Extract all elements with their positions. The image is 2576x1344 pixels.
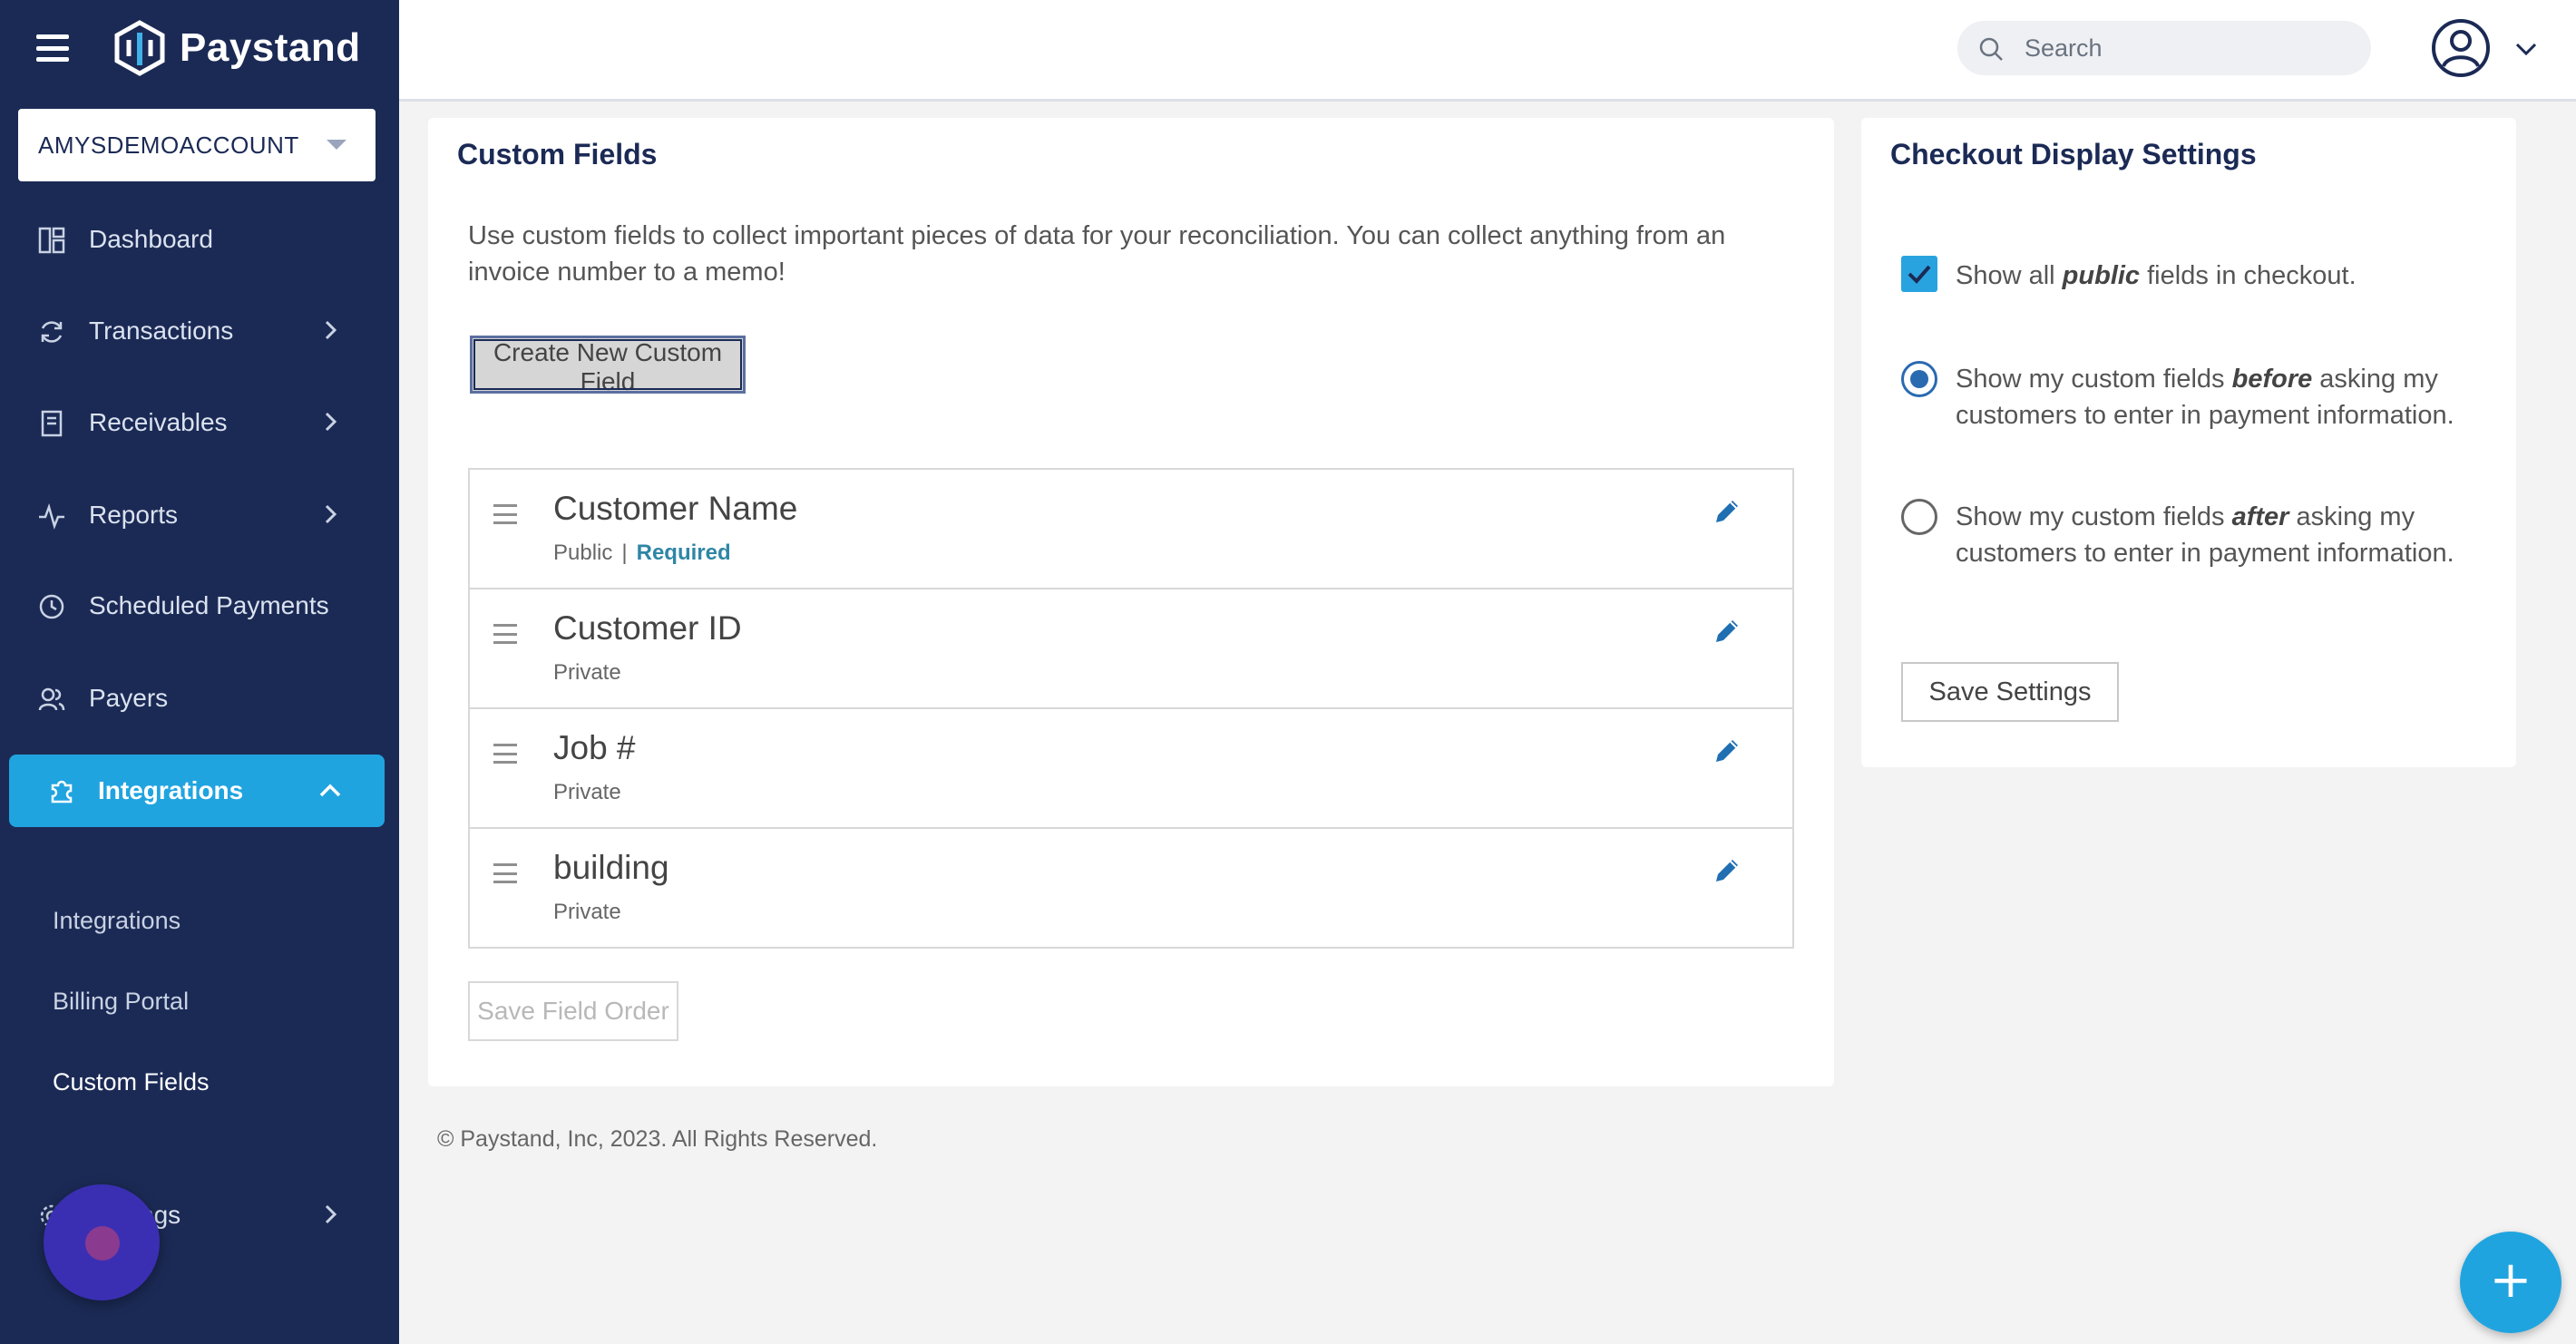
sidebar-item-receivables[interactable]: Receivables	[0, 386, 399, 459]
field-visibility: Private	[553, 660, 621, 685]
brand-name: Paystand	[180, 25, 361, 70]
save-settings-button[interactable]: Save Settings	[1901, 662, 2119, 722]
pulse-icon	[39, 502, 64, 530]
drag-handle-icon[interactable]	[493, 863, 517, 883]
required-badge: Required	[636, 541, 731, 565]
field-meta: Public | Required	[553, 541, 731, 566]
field-row[interactable]: Customer Name Public | Required	[468, 468, 1794, 589]
chevron-right-icon	[325, 504, 337, 524]
create-custom-field-button[interactable]: Create New Custom Field	[470, 336, 746, 395]
clock-icon	[39, 594, 64, 619]
search-input[interactable]	[2025, 30, 2351, 66]
edit-pencil-icon[interactable]	[1711, 615, 1743, 648]
drag-handle-icon[interactable]	[493, 504, 517, 524]
radio-selected[interactable]	[1901, 361, 1937, 397]
dashboard-icon	[38, 227, 65, 254]
sidebar-item-reports[interactable]: Reports	[0, 479, 399, 551]
show-public-label: Show all public fields in checkout.	[1956, 261, 2356, 290]
field-visibility: Private	[553, 900, 621, 924]
before-payment-label: Show my custom fields before asking my c…	[1956, 365, 2454, 430]
sidebar-item-dashboard[interactable]: Dashboard	[0, 203, 399, 276]
sidebar: Paystand AMYSDEMOACCOUNT Dashboard Trans…	[0, 0, 399, 1344]
field-row[interactable]: Customer ID Private	[468, 588, 1794, 709]
edit-pencil-icon[interactable]	[1711, 854, 1743, 887]
sidebar-item-integrations[interactable]: Integrations	[9, 755, 385, 827]
sidebar-item-label: Reports	[89, 501, 179, 529]
edit-pencil-icon[interactable]	[1711, 735, 1743, 767]
sidebar-item-label: Integrations	[98, 776, 244, 804]
edit-pencil-icon[interactable]	[1711, 495, 1743, 528]
sidebar-item-label: Scheduled Payments	[89, 591, 329, 619]
chevron-up-icon	[319, 784, 341, 797]
custom-field-list: Customer Name Public | Required Customer I…	[468, 468, 1794, 949]
field-name: Customer ID	[553, 609, 742, 647]
search-icon	[1979, 37, 2003, 61]
subnav-custom-fields[interactable]: Custom Fields	[53, 1068, 210, 1096]
hamburger-menu-icon[interactable]	[36, 34, 69, 62]
users-icon	[38, 687, 65, 711]
chevron-right-icon	[325, 320, 337, 340]
drag-handle-icon[interactable]	[493, 744, 517, 764]
field-name: building	[553, 849, 669, 886]
puzzle-icon	[51, 780, 73, 803]
after-payment-label: Show my custom fields after asking my cu…	[1956, 502, 2454, 568]
field-name: Job #	[553, 729, 636, 766]
receipt-icon	[41, 410, 63, 437]
chat-widget-icon	[85, 1226, 120, 1261]
paystand-logo-icon	[114, 20, 165, 76]
user-avatar-icon[interactable]	[2431, 18, 2491, 78]
account-name: AMYSDEMOACCOUNT	[38, 131, 299, 159]
checkbox-checked-icon[interactable]	[1901, 256, 1937, 292]
chevron-right-icon	[325, 412, 337, 432]
sidebar-item-label: Dashboard	[89, 225, 213, 253]
drag-handle-icon[interactable]	[493, 624, 517, 644]
chevron-right-icon	[325, 1204, 337, 1224]
field-row[interactable]: building Private	[468, 827, 1794, 949]
brand: Paystand	[36, 18, 361, 78]
radio-unselected[interactable]	[1901, 499, 1937, 535]
plus-icon: +	[2489, 1251, 2532, 1310]
checkout-settings-title: Checkout Display Settings	[1890, 138, 2257, 170]
field-visibility: Public	[553, 541, 613, 565]
custom-fields-title: Custom Fields	[457, 138, 658, 170]
sidebar-item-label: Receivables	[89, 408, 228, 436]
top-bar	[399, 0, 2576, 102]
chevron-down-icon[interactable]	[2514, 40, 2538, 58]
sidebar-item-transactions[interactable]: Transactions	[0, 295, 399, 367]
save-field-order-button[interactable]: Save Field Order	[468, 981, 678, 1041]
search-box[interactable]	[1957, 21, 2371, 75]
field-name: Customer Name	[553, 490, 798, 527]
field-visibility: Private	[553, 780, 621, 804]
subnav-billing-portal[interactable]: Billing Portal	[53, 988, 189, 1016]
custom-fields-card: Custom Fields Use custom fields to colle…	[428, 118, 1834, 1086]
field-row[interactable]: Job # Private	[468, 707, 1794, 829]
caret-down-icon	[327, 140, 346, 150]
refresh-icon	[41, 321, 63, 343]
account-selector[interactable]: AMYSDEMOACCOUNT	[18, 109, 376, 181]
add-fab-button[interactable]: +	[2460, 1232, 2561, 1333]
sidebar-item-label: Transactions	[89, 317, 234, 345]
chat-widget-button[interactable]	[44, 1184, 160, 1300]
subnav-integrations[interactable]: Integrations	[53, 907, 181, 935]
checkout-settings-card: Checkout Display Settings Show all publi…	[1861, 118, 2516, 767]
sidebar-item-scheduled-payments[interactable]: Scheduled Payments	[0, 570, 399, 642]
custom-fields-description: Use custom fields to collect important p…	[468, 221, 1726, 287]
sidebar-item-label: Payers	[89, 684, 169, 712]
footer-copyright: © Paystand, Inc, 2023. All Rights Reserv…	[437, 1126, 878, 1152]
sidebar-item-payers[interactable]: Payers	[0, 662, 399, 735]
meta-separator: |	[621, 541, 628, 565]
